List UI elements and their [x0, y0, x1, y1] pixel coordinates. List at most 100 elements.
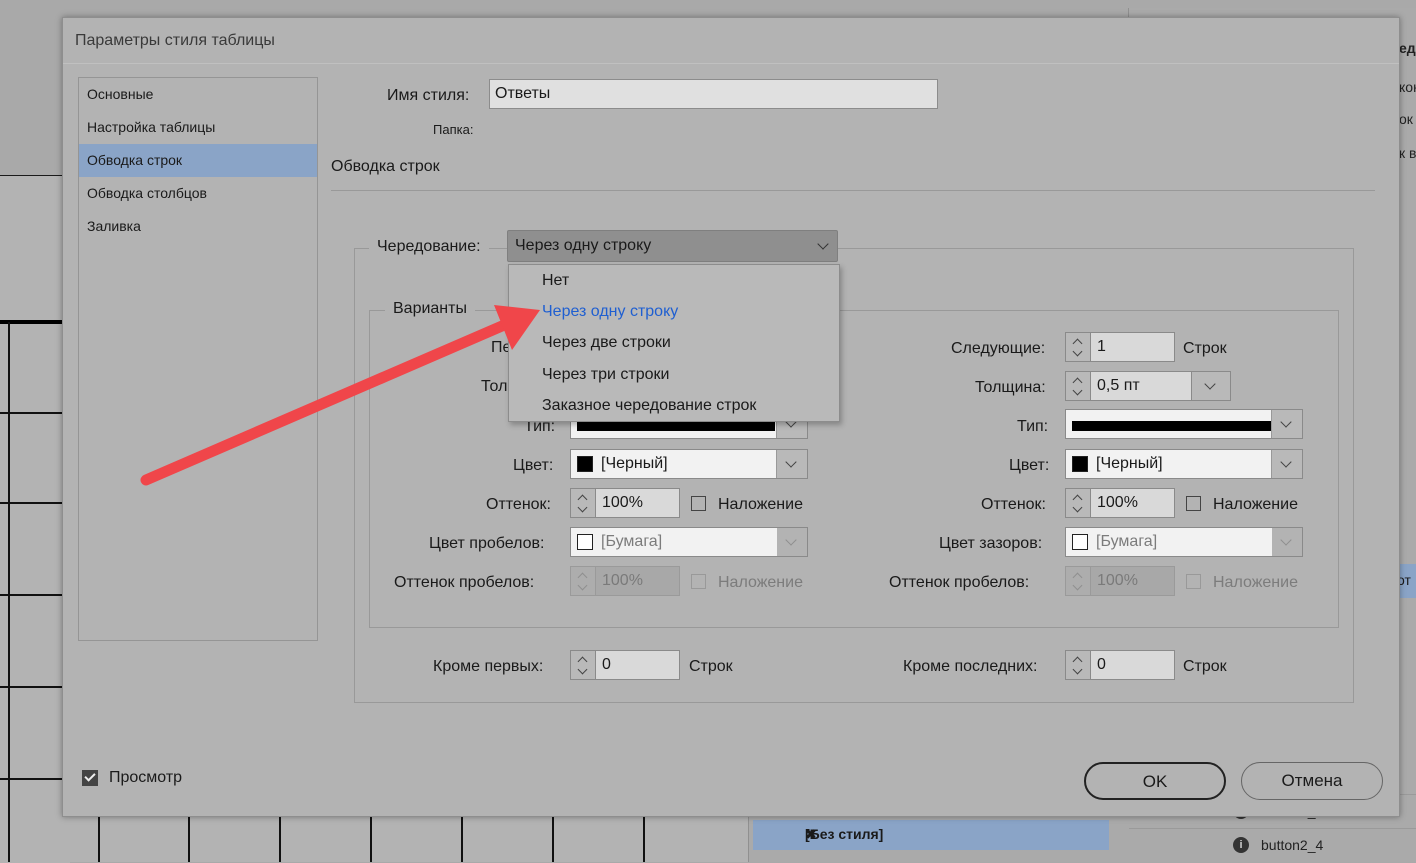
- stroke-line-preview: [577, 421, 775, 431]
- left-gap-tint-label: Оттенок пробелов:: [394, 574, 535, 591]
- document-canvas-bottom: [60, 814, 750, 862]
- chevron-down-icon[interactable]: [1271, 450, 1302, 478]
- right-color-value: [Черный]: [1096, 455, 1163, 472]
- chevron-down-icon[interactable]: [776, 450, 807, 478]
- table-column-line: [279, 814, 281, 862]
- right-gap-tint-value[interactable]: 100%: [1091, 566, 1175, 596]
- right-overprint-label: Наложение: [1213, 496, 1298, 513]
- list-item-label: button2_4: [1261, 837, 1324, 853]
- stepper-arrows-icon[interactable]: [1065, 566, 1091, 596]
- weight-label: Толщина:: [975, 379, 1046, 396]
- stepper-arrows-icon[interactable]: [570, 488, 596, 518]
- chevron-down-icon[interactable]: [1271, 410, 1302, 438]
- left-gap-color-select[interactable]: [Бумага]: [570, 527, 808, 557]
- skip-first-value[interactable]: 0: [596, 650, 680, 680]
- right-gap-color-select[interactable]: [Бумага]: [1065, 527, 1303, 557]
- right-gap-color-value: [Бумага]: [1096, 533, 1158, 550]
- right-tint-label: Оттенок:: [981, 496, 1046, 513]
- style-item-none[interactable]: [Без стиля] ✖: [753, 820, 1109, 850]
- option-label: Через одну строку: [542, 303, 679, 320]
- nav-item-table-setup[interactable]: Настройка таблицы: [79, 111, 317, 144]
- table-column-line: [98, 814, 100, 862]
- next-stepper[interactable]: 1: [1065, 332, 1175, 362]
- chevron-down-icon[interactable]: [1272, 528, 1302, 556]
- left-overprint-checkbox[interactable]: [691, 496, 706, 511]
- right-panel-partial: кон: [1399, 79, 1416, 95]
- right-type-select[interactable]: [1065, 409, 1303, 439]
- table-column-line: [552, 814, 554, 862]
- list-item[interactable]: i button2_4: [1129, 828, 1416, 863]
- ok-button[interactable]: OK: [1084, 762, 1226, 800]
- alternation-option-every-second[interactable]: Через две строки: [509, 327, 839, 358]
- right-type-label: Тип:: [1017, 418, 1049, 435]
- variants-label: Варианты: [385, 300, 475, 318]
- skip-last-stepper[interactable]: 0: [1065, 650, 1175, 680]
- nav-item-column-strokes[interactable]: Обводка столбцов: [79, 177, 317, 210]
- skip-first-stepper[interactable]: 0: [570, 650, 680, 680]
- clear-overrides-icon[interactable]: ✖: [805, 826, 1095, 843]
- right-tint-stepper[interactable]: 100%: [1065, 488, 1175, 518]
- table-column-line: [8, 322, 10, 862]
- stepper-arrows-icon[interactable]: [1065, 488, 1091, 518]
- right-color-select[interactable]: [Черный]: [1065, 449, 1303, 479]
- right-gap-tint-stepper[interactable]: 100%: [1065, 566, 1175, 596]
- alternation-select[interactable]: Через одну строку: [507, 230, 838, 262]
- alternation-option-every-other[interactable]: ✔ Через одну строку: [509, 296, 839, 327]
- left-gap-tint-value[interactable]: 100%: [596, 566, 680, 596]
- folder-label: Папка:: [433, 122, 474, 137]
- table-column-line: [643, 814, 645, 862]
- table-row-line: [0, 594, 70, 596]
- alternation-option-none[interactable]: Нет: [509, 265, 839, 296]
- stepper-arrows-icon[interactable]: [1065, 332, 1091, 362]
- alternation-option-custom[interactable]: Заказное чередование строк: [509, 390, 839, 421]
- stepper-arrows-icon[interactable]: [1065, 650, 1091, 680]
- right-gap-overprint-checkbox[interactable]: [1186, 574, 1201, 589]
- left-color-select[interactable]: [Черный]: [570, 449, 808, 479]
- color-swatch: [1072, 456, 1088, 472]
- weight-label-partial: Тол: [481, 378, 508, 395]
- weight-dropdown[interactable]: [1191, 371, 1231, 401]
- alternation-dropdown-menu: Нет ✔ Через одну строку Через две строки…: [508, 264, 840, 422]
- divider: [63, 63, 1399, 64]
- right-tint-value[interactable]: 100%: [1091, 488, 1175, 518]
- left-overprint-label: Наложение: [718, 496, 803, 513]
- next-value[interactable]: 1: [1091, 332, 1175, 362]
- right-overprint-checkbox[interactable]: [1186, 496, 1201, 511]
- cancel-button[interactable]: Отмена: [1241, 762, 1383, 800]
- weight-stepper[interactable]: 0,5 пт: [1065, 371, 1231, 401]
- skip-last-value[interactable]: 0: [1091, 650, 1175, 680]
- stepper-arrows-icon[interactable]: [570, 566, 596, 596]
- chevron-down-icon: [1204, 378, 1216, 390]
- next-unit: Строк: [1183, 340, 1227, 357]
- left-tint-stepper[interactable]: 100%: [570, 488, 680, 518]
- section-title: Обводка строк: [331, 158, 440, 175]
- stepper-arrows-icon[interactable]: [570, 650, 596, 680]
- left-gap-overprint-checkbox[interactable]: [691, 574, 706, 589]
- table-row-line: [0, 502, 70, 504]
- chevron-down-icon: [817, 238, 829, 250]
- left-tint-label: Оттенок:: [486, 496, 551, 513]
- left-tint-value[interactable]: 100%: [596, 488, 680, 518]
- nav-item-general[interactable]: Основные: [79, 78, 317, 111]
- skip-first-unit: Строк: [689, 658, 733, 675]
- right-panel-partial: еди: [1399, 40, 1416, 56]
- stepper-arrows-icon[interactable]: [1065, 371, 1091, 401]
- preview-checkbox[interactable]: [82, 770, 98, 786]
- document-canvas: [0, 175, 70, 863]
- right-gap-color-label: Цвет зазоров:: [939, 535, 1043, 552]
- alternation-option-every-third[interactable]: Через три строки: [509, 359, 839, 390]
- left-gap-tint-stepper[interactable]: 100%: [570, 566, 680, 596]
- chevron-down-icon[interactable]: [777, 528, 807, 556]
- table-row-line: [0, 686, 70, 688]
- right-panel-partial: ок: [1399, 111, 1413, 127]
- category-list: Основные Настройка таблицы Обводка строк…: [78, 77, 318, 641]
- table-style-options-dialog: Параметры стиля таблицы Основные Настрой…: [62, 17, 1400, 817]
- style-name-input[interactable]: Ответы: [489, 79, 938, 109]
- style-name-label: Имя стиля:: [387, 87, 470, 104]
- left-color-label: Цвет:: [513, 457, 554, 474]
- right-gap-tint-label: Оттенок пробелов:: [889, 574, 1030, 591]
- nav-item-row-strokes[interactable]: Обводка строк: [79, 144, 317, 177]
- nav-item-fills[interactable]: Заливка: [79, 210, 317, 243]
- table-row-line: [0, 412, 70, 414]
- alternation-label: Чередование:: [369, 238, 489, 256]
